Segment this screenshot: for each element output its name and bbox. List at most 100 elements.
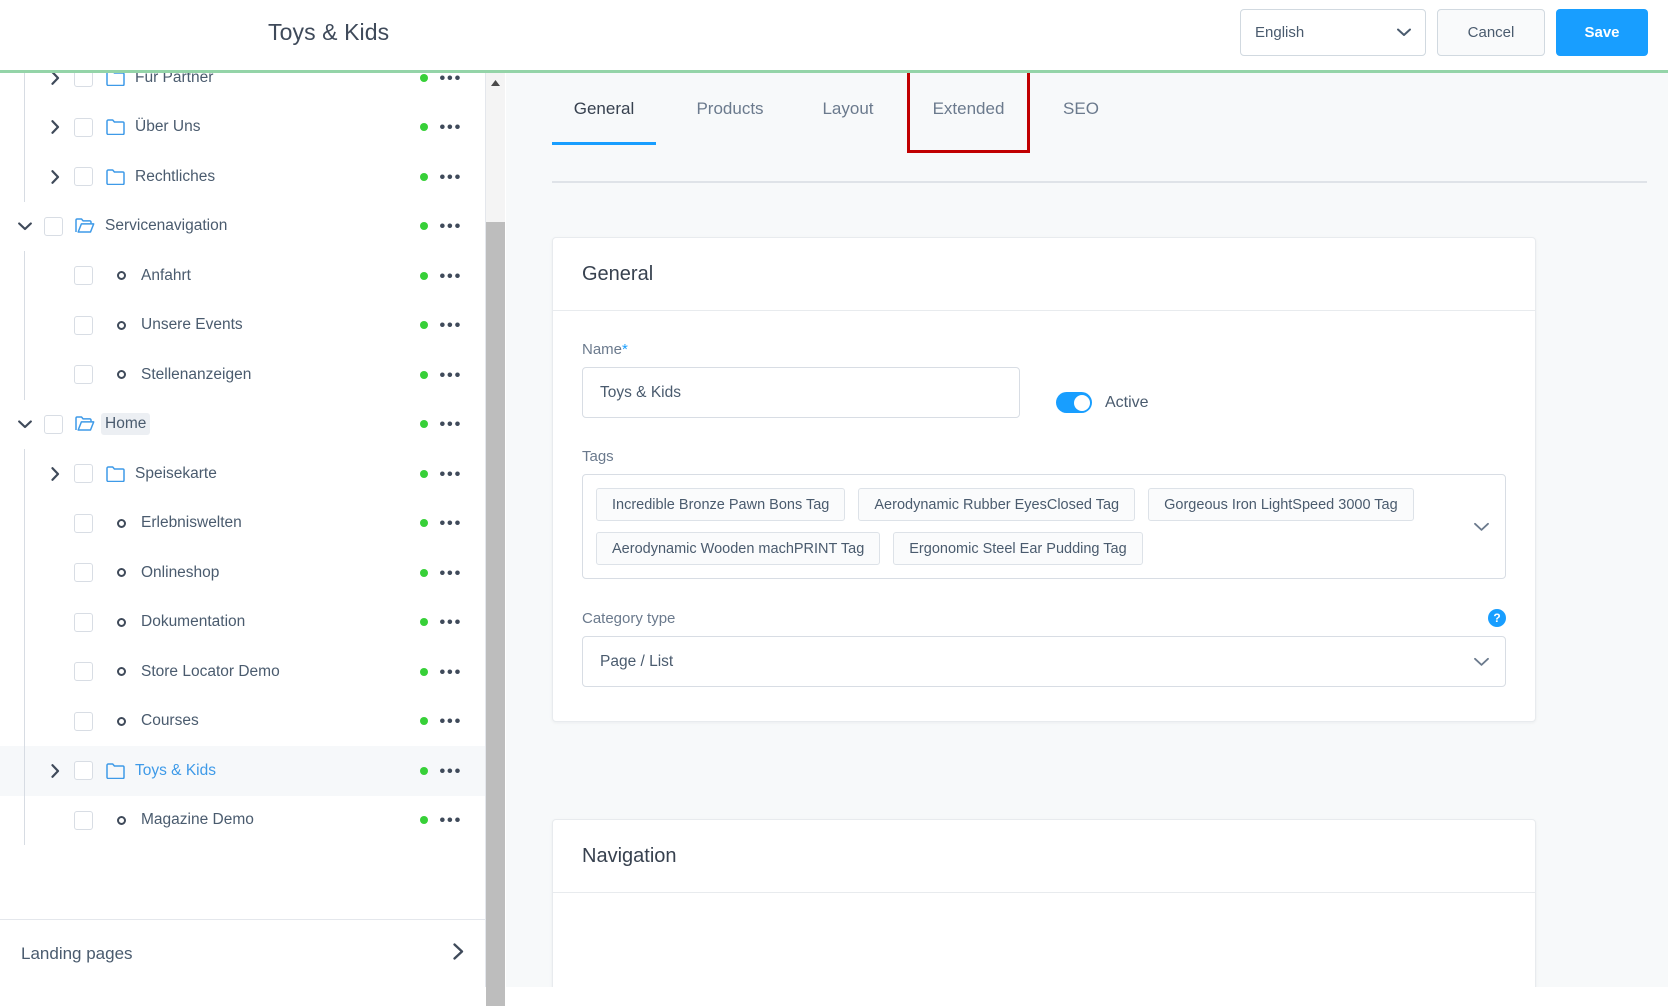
save-button[interactable]: Save bbox=[1556, 9, 1648, 56]
caret-placeholder bbox=[44, 809, 66, 831]
tree-item-checkbox[interactable] bbox=[74, 365, 93, 385]
tag-pill[interactable]: Aerodynamic Rubber EyesClosed Tag bbox=[858, 488, 1136, 521]
status-indicator-dot bbox=[420, 816, 428, 825]
context-menu-button[interactable]: ••• bbox=[439, 218, 462, 235]
tag-pill[interactable]: Incredible Bronze Pawn Bons Tag bbox=[596, 488, 846, 521]
scrollbar-up-arrow[interactable] bbox=[486, 73, 505, 92]
chevron-right-icon[interactable] bbox=[44, 463, 66, 485]
tab-seo[interactable]: SEO bbox=[1045, 73, 1117, 145]
tree-item-checkbox[interactable] bbox=[74, 563, 93, 583]
context-menu-button[interactable]: ••• bbox=[439, 416, 462, 433]
tree-item-checkbox[interactable] bbox=[74, 810, 93, 830]
tree-item-checkbox[interactable] bbox=[74, 315, 93, 335]
tag-pill[interactable]: Aerodynamic Wooden machPRINT Tag bbox=[596, 532, 881, 565]
tags-field-group: Tags Incredible Bronze Pawn Bons Tag Aero… bbox=[582, 448, 1506, 579]
status-indicator-dot bbox=[420, 519, 428, 528]
language-select[interactable]: English bbox=[1240, 9, 1426, 56]
tree-item[interactable]: Für Partner ••• bbox=[0, 73, 485, 103]
tree-item-checkbox[interactable] bbox=[74, 464, 93, 484]
context-menu-button[interactable]: ••• bbox=[439, 762, 462, 779]
category-type-select[interactable]: Page / List bbox=[582, 636, 1506, 687]
scrollbar-thumb[interactable] bbox=[486, 222, 505, 1006]
context-menu-button[interactable]: ••• bbox=[439, 267, 462, 284]
chevron-down-icon[interactable] bbox=[14, 215, 36, 237]
tree-item-label: Onlineshop bbox=[141, 563, 220, 581]
context-menu-button[interactable]: ••• bbox=[439, 366, 462, 383]
tab-layout[interactable]: Layout bbox=[804, 73, 892, 145]
tree-item-checkbox[interactable] bbox=[74, 167, 93, 187]
tree-item[interactable]: Onlineshop ••• bbox=[0, 548, 485, 598]
context-menu-button[interactable]: ••• bbox=[439, 168, 462, 185]
tree-item-checkbox[interactable] bbox=[74, 513, 93, 533]
context-menu-button[interactable]: ••• bbox=[439, 564, 462, 581]
tree-item[interactable]: Über Uns ••• bbox=[0, 103, 485, 153]
name-input[interactable] bbox=[582, 367, 1020, 418]
tree-item[interactable]: Unsere Events ••• bbox=[0, 301, 485, 351]
status-indicator-dot bbox=[420, 469, 428, 478]
cancel-button[interactable]: Cancel bbox=[1437, 9, 1545, 56]
tab-products[interactable]: Products bbox=[676, 73, 784, 145]
chevron-right-icon[interactable] bbox=[44, 166, 66, 188]
category-tree[interactable]: Für Partner ••• Über Uns ••• Rechtliches ••• S… bbox=[0, 73, 485, 919]
tab-general[interactable]: General bbox=[552, 73, 656, 145]
tree-item-checkbox[interactable] bbox=[74, 117, 93, 137]
tree-item[interactable]: Speisekarte ••• bbox=[0, 449, 485, 499]
tree-item[interactable]: Rechtliches ••• bbox=[0, 152, 485, 202]
chevron-right-icon[interactable] bbox=[44, 73, 66, 89]
name-label-text: Name bbox=[582, 341, 623, 358]
page-dot-icon bbox=[109, 271, 133, 281]
tree-item[interactable]: Dokumentation ••• bbox=[0, 598, 485, 648]
active-toggle-group[interactable]: Active bbox=[1056, 392, 1149, 413]
context-menu-button[interactable]: ••• bbox=[439, 73, 462, 86]
tree-item-checkbox[interactable] bbox=[74, 662, 93, 682]
chevron-right-icon[interactable] bbox=[44, 760, 66, 782]
tree-item[interactable]: Magazine Demo ••• bbox=[0, 796, 485, 846]
scrollbar-track[interactable] bbox=[486, 92, 505, 1006]
tree-item-checkbox[interactable] bbox=[44, 414, 63, 434]
chevron-right-icon[interactable] bbox=[44, 116, 66, 138]
tag-pill[interactable]: Gorgeous Iron LightSpeed 3000 Tag bbox=[1148, 488, 1414, 521]
tree-item-checkbox[interactable] bbox=[74, 612, 93, 632]
chevron-down-icon[interactable] bbox=[14, 413, 36, 435]
tab-extended[interactable]: Extended bbox=[912, 73, 1025, 145]
tree-item-checkbox[interactable] bbox=[74, 73, 93, 88]
context-menu-button[interactable]: ••• bbox=[439, 713, 462, 730]
tree-item-label: Dokumentation bbox=[141, 613, 246, 631]
tree-item-checkbox[interactable] bbox=[74, 266, 93, 286]
tag-pill[interactable]: Ergonomic Steel Ear Pudding Tag bbox=[893, 532, 1143, 565]
tree-item-label: Toys & Kids bbox=[135, 761, 216, 779]
context-menu-button[interactable]: ••• bbox=[439, 317, 462, 334]
context-menu-button[interactable]: ••• bbox=[439, 515, 462, 532]
page-dot-icon bbox=[109, 815, 133, 825]
tab-active-underline bbox=[552, 142, 656, 145]
tree-item-checkbox[interactable] bbox=[74, 761, 93, 781]
context-menu-button[interactable]: ••• bbox=[439, 614, 462, 631]
context-menu-button[interactable]: ••• bbox=[439, 465, 462, 482]
context-menu-button[interactable]: ••• bbox=[439, 119, 462, 136]
tree-item[interactable]: Anfahrt ••• bbox=[0, 251, 485, 301]
category-type-label: Category type bbox=[582, 609, 676, 627]
tree-item[interactable]: Courses ••• bbox=[0, 697, 485, 747]
context-menu-button[interactable]: ••• bbox=[439, 812, 462, 829]
tags-chevron-down-icon[interactable] bbox=[1474, 518, 1489, 535]
page-title: Toys & Kids bbox=[268, 19, 390, 45]
context-menu-button[interactable]: ••• bbox=[439, 663, 462, 680]
tree-item[interactable]: Servicenavigation ••• bbox=[0, 202, 485, 252]
tags-input[interactable]: Incredible Bronze Pawn Bons Tag Aerodynam… bbox=[582, 474, 1506, 579]
help-icon[interactable]: ? bbox=[1488, 609, 1506, 627]
tree-item[interactable]: Store Locator Demo ••• bbox=[0, 647, 485, 697]
landing-pages-nav[interactable]: Landing pages bbox=[0, 919, 485, 987]
active-toggle[interactable] bbox=[1056, 392, 1092, 413]
tree-item-checkbox[interactable] bbox=[74, 711, 93, 731]
tree-item[interactable]: Erlebniswelten ••• bbox=[0, 499, 485, 549]
category-type-field-group: Category type ? Page / List bbox=[582, 609, 1506, 687]
tree-item[interactable]: Toys & Kids ••• bbox=[0, 746, 485, 796]
page-dot-icon bbox=[109, 667, 133, 677]
tree-item[interactable]: Stellenanzeigen ••• bbox=[0, 350, 485, 400]
tree-item[interactable]: Home ••• bbox=[0, 400, 485, 450]
status-indicator-dot bbox=[420, 420, 428, 429]
tab-bar[interactable]: General Products Layout Extended SEO bbox=[552, 73, 1668, 145]
tags-label: Tags bbox=[582, 448, 614, 465]
tree-item-checkbox[interactable] bbox=[44, 216, 63, 236]
sidebar-scrollbar[interactable] bbox=[486, 73, 505, 1006]
